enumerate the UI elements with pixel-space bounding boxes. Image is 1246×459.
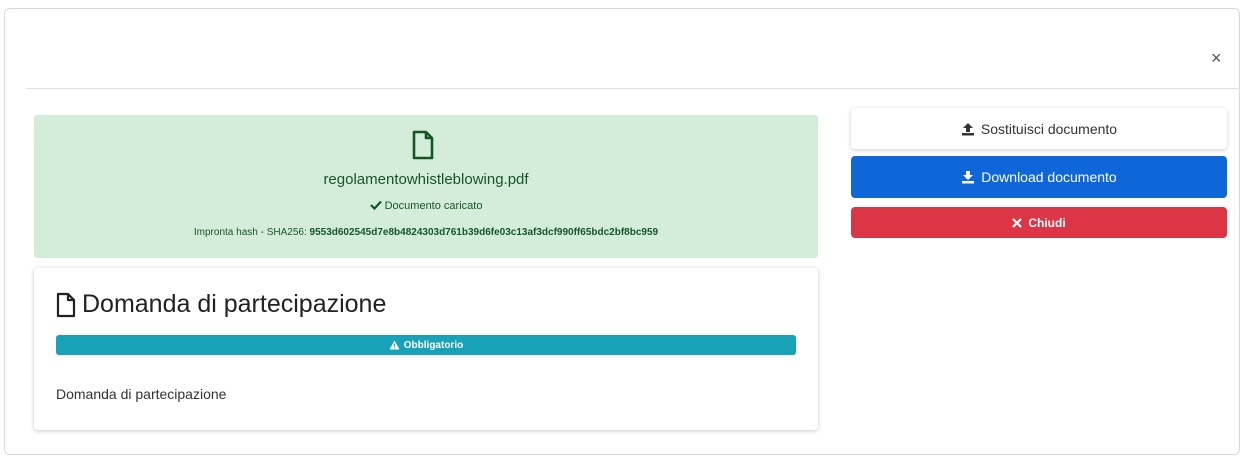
file-icon bbox=[412, 130, 434, 160]
required-badge: Obbligatorio bbox=[56, 335, 796, 355]
close-icon[interactable]: × bbox=[1211, 48, 1222, 69]
replace-document-label: Sostituisci documento bbox=[980, 120, 1118, 137]
check-icon bbox=[369, 200, 382, 210]
file-icon bbox=[56, 292, 76, 318]
document-description: Domanda di partecipazione bbox=[56, 386, 227, 402]
download-document-button[interactable]: Download documento bbox=[851, 156, 1227, 198]
hash-line: Impronta hash - SHA256: 9553d602545d7e8b… bbox=[34, 227, 818, 238]
x-icon bbox=[1012, 217, 1023, 228]
document-title: Domanda di partecipazione bbox=[56, 290, 386, 319]
header-divider bbox=[26, 88, 1240, 89]
hash-label: Impronta hash - SHA256: bbox=[193, 227, 307, 238]
replace-document-button[interactable]: Sostituisci documento bbox=[851, 108, 1227, 149]
close-button[interactable]: Chiudi bbox=[851, 207, 1227, 238]
hash-value: 9553d602545d7e8b4824303d761b39d6fe03c13a… bbox=[309, 227, 659, 238]
upload-icon bbox=[961, 122, 975, 136]
required-badge-text: Obbligatorio bbox=[403, 339, 464, 351]
upload-status: Documento caricato bbox=[34, 200, 818, 212]
warning-icon bbox=[389, 340, 400, 350]
upload-status-text: Documento caricato bbox=[384, 200, 483, 212]
uploaded-filename: regolamentowhistleblowing.pdf bbox=[323, 171, 529, 188]
download-document-label: Download documento bbox=[981, 169, 1117, 185]
close-button-label: Chiudi bbox=[1028, 215, 1066, 230]
download-icon bbox=[961, 170, 975, 184]
document-title-text: Domanda di partecipazione bbox=[82, 290, 387, 318]
